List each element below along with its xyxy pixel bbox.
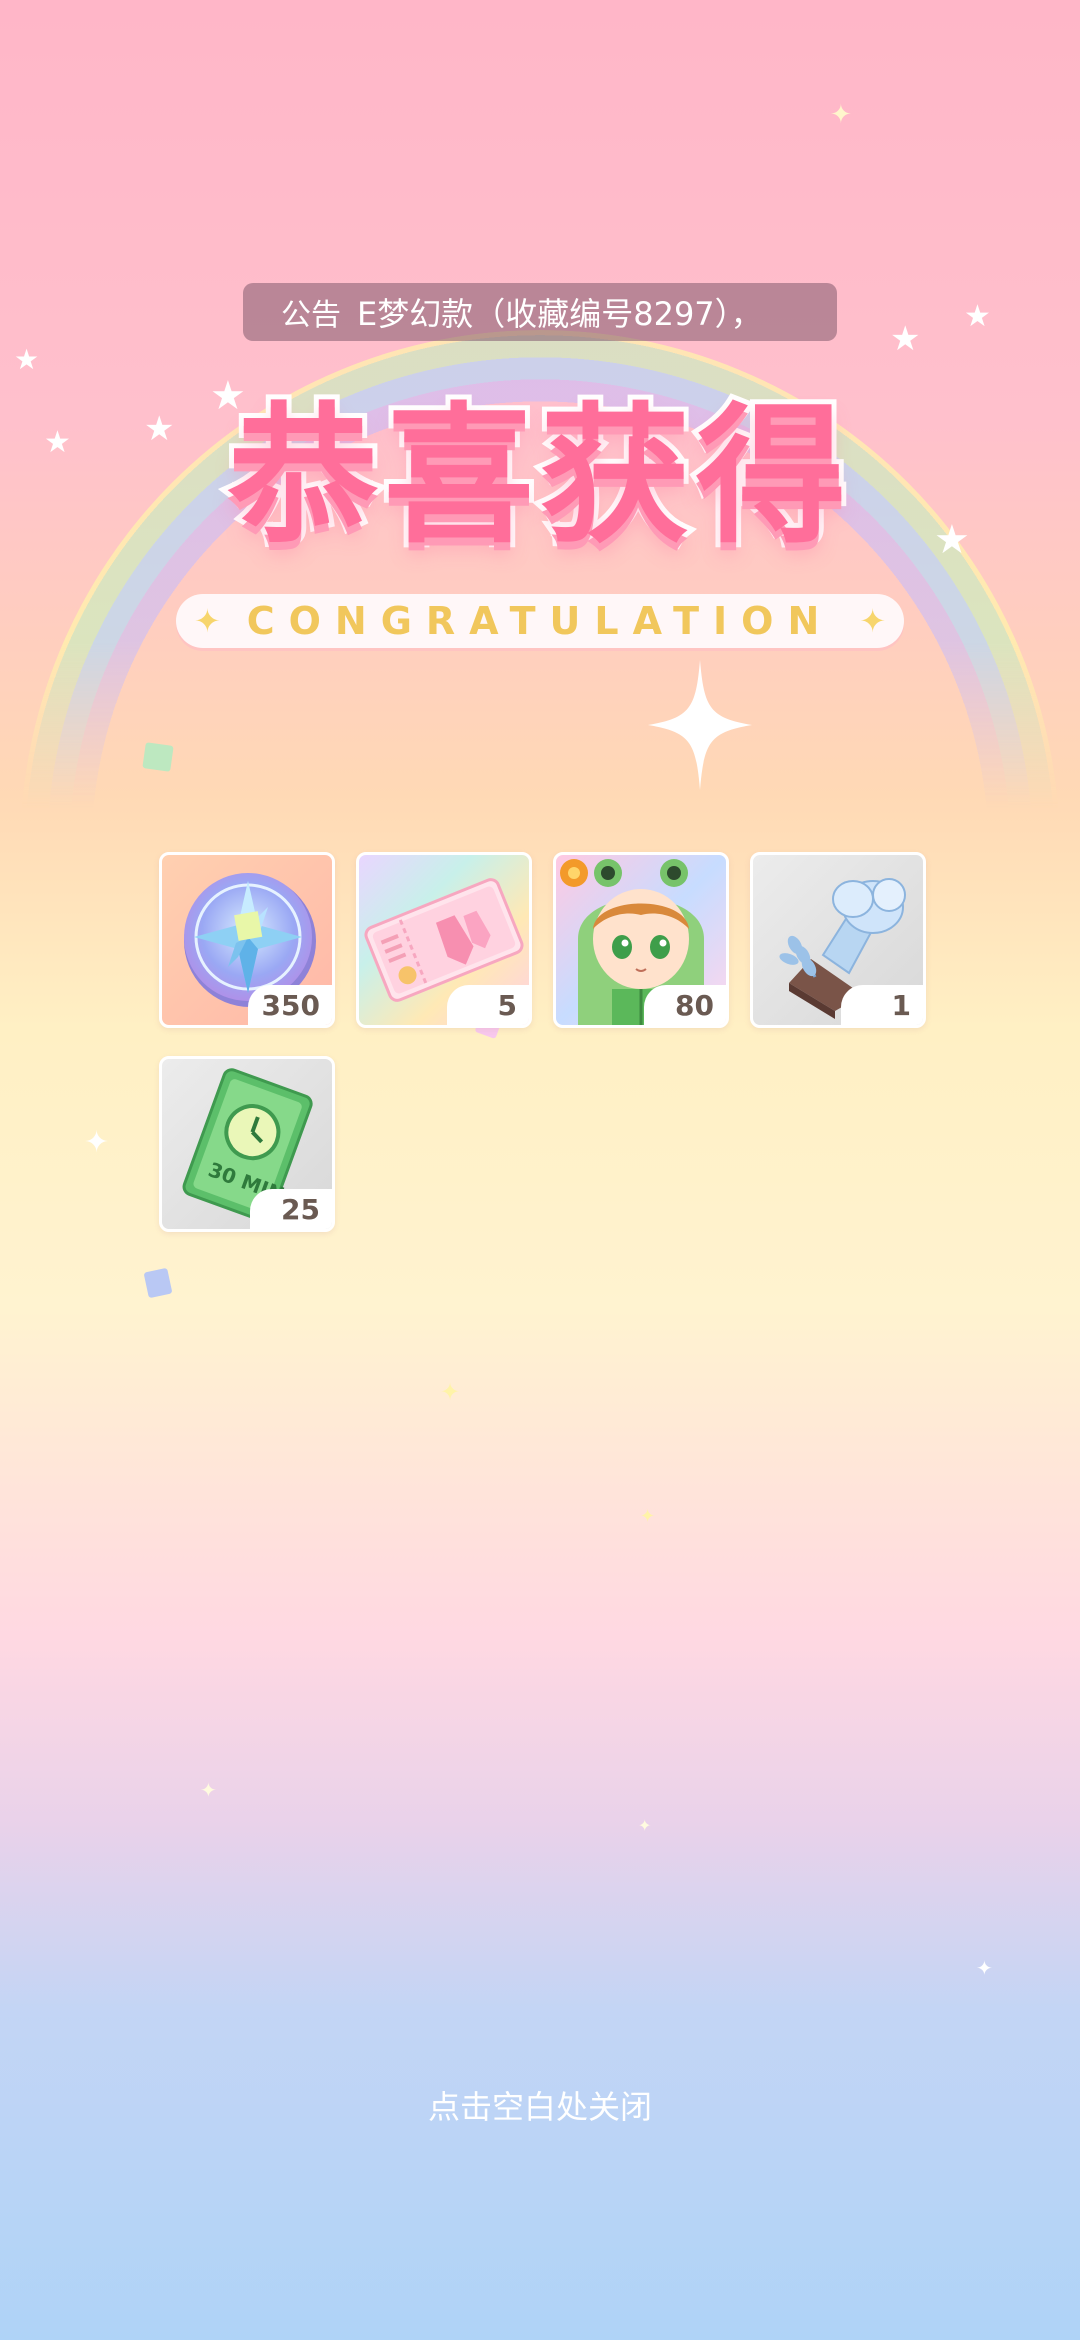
- sparkle-icon: ✦: [859, 602, 886, 640]
- announcement-text: E梦幻款（收藏编号8297），: [357, 295, 763, 333]
- reward-item-character[interactable]: 80: [553, 852, 729, 1028]
- glint-icon: ✦: [440, 1378, 461, 1406]
- congratulation-banner: ✦ CONGRATULATION ✦: [176, 594, 904, 648]
- reward-count: 5: [447, 985, 529, 1025]
- reward-count: 25: [250, 1189, 332, 1229]
- reward-item-time-ticket[interactable]: 30 MIN 25: [159, 1056, 335, 1232]
- sparkle-icon: [648, 660, 752, 790]
- announcement-label: 公告: [281, 298, 341, 333]
- star-icon: ★: [14, 343, 40, 376]
- announcement-banner: 公告 E梦幻款（收藏编号8297），: [243, 283, 837, 341]
- glint-icon: ✦: [640, 1506, 656, 1527]
- congratulation-subtitle: CONGRATULATION: [246, 599, 834, 643]
- glint-icon: ✦: [638, 1816, 652, 1835]
- reward-item-compass-medal[interactable]: 350: [159, 852, 335, 1028]
- star-icon: ✦: [84, 1125, 110, 1160]
- confetti: [143, 1267, 173, 1299]
- congrats-title: 恭喜获得: [223, 387, 852, 567]
- star-icon: ★: [964, 299, 991, 334]
- reward-count: 80: [644, 985, 726, 1025]
- star-icon: ★: [890, 319, 921, 359]
- glint-icon: ✦: [200, 1778, 217, 1802]
- reward-count: 350: [247, 985, 332, 1025]
- tap-to-close-hint[interactable]: 点击空白处关闭: [0, 2082, 1080, 2128]
- reward-item-chef-trophy[interactable]: 1: [750, 852, 926, 1028]
- star-icon: ✦: [830, 100, 852, 130]
- reward-item-ticket[interactable]: 5: [356, 852, 532, 1028]
- glint-icon: ✦: [976, 1956, 993, 1980]
- reward-count: 1: [841, 985, 923, 1025]
- confetti: [142, 742, 174, 772]
- sparkle-icon: ✦: [194, 602, 221, 640]
